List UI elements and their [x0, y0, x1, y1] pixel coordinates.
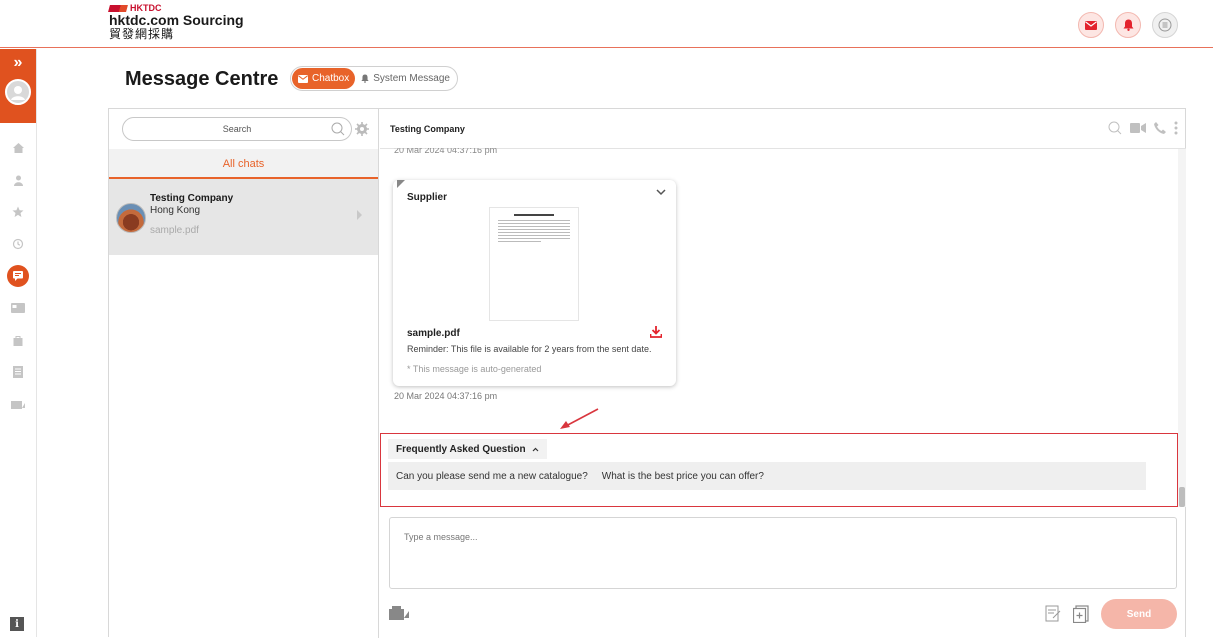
chat-name: Testing Company [150, 193, 234, 204]
menu-button[interactable] [1152, 12, 1178, 38]
pdf-thumbnail[interactable] [489, 207, 579, 321]
message-input[interactable]: Type a message... [389, 517, 1177, 589]
send-button[interactable]: Send [1101, 599, 1177, 629]
hktdc-logo-mark [108, 4, 128, 12]
more-vertical-icon[interactable] [1174, 121, 1178, 135]
all-chats-filter[interactable]: All chats [109, 149, 378, 179]
message-scrollbar[interactable] [1178, 149, 1186, 507]
notification-button[interactable] [1115, 12, 1141, 38]
message-sender: Supplier [407, 192, 448, 203]
top-header: HKTDC hktdc.com Sourcing 貿發網採購 [0, 0, 1213, 48]
search-input[interactable]: Search [122, 117, 352, 141]
info-icon[interactable]: i [10, 617, 24, 631]
phone-icon[interactable] [1154, 122, 1166, 134]
bag-icon[interactable] [7, 329, 29, 351]
envelope-icon [298, 74, 308, 83]
search-row: Search [109, 109, 378, 149]
left-rail: » i [0, 49, 37, 637]
compose-toolbar: Send [389, 599, 1177, 633]
rail-header: » [0, 49, 36, 123]
rail-nav [0, 137, 36, 415]
company-avatar [116, 203, 146, 233]
tab-system-message-label: System Message [373, 73, 450, 84]
history-icon[interactable] [7, 233, 29, 255]
card-icon[interactable] [7, 297, 29, 319]
faq-questions: Can you please send me a new catalogue? … [388, 462, 1146, 490]
file-reminder: Reminder: This file is available for 2 y… [407, 344, 652, 354]
file-message-card: Supplier sample.pdf Reminder: This file … [393, 180, 676, 386]
search-icon[interactable] [1108, 121, 1122, 135]
chat-list-item[interactable]: Testing Company Hong Kong sample.pdf [109, 179, 378, 255]
download-icon[interactable] [650, 326, 662, 338]
message-tail [397, 180, 405, 188]
home-icon[interactable] [7, 137, 29, 159]
faq-title: Frequently Asked Question [396, 443, 526, 455]
hktdc-logo[interactable]: HKTDC hktdc.com Sourcing 貿發網採購 [108, 3, 244, 41]
chat-location: Hong Kong [150, 205, 201, 216]
tab-chatbox[interactable]: Chatbox [292, 68, 356, 89]
mail-icon [1085, 20, 1097, 30]
document-icon[interactable] [7, 361, 29, 383]
chat-list-pane: Search All chats Testing Company Hong Ko… [109, 109, 379, 638]
brand-name-cn: 貿發網採購 [109, 27, 175, 41]
header-actions [1078, 12, 1178, 38]
faq-toggle[interactable]: Frequently Asked Question [388, 439, 547, 459]
brand-name: hktdc.com Sourcing [109, 12, 244, 28]
chat-panel: Search All chats Testing Company Hong Ko… [108, 108, 1186, 638]
tab-system-message[interactable]: System Message [355, 68, 456, 89]
expand-chevron-icon[interactable]: » [14, 55, 23, 71]
menu-icon [1158, 18, 1172, 32]
search-placeholder: Search [222, 124, 252, 134]
mail-button[interactable] [1078, 12, 1104, 38]
page-title: Message Centre [125, 68, 279, 90]
video-call-icon[interactable] [1130, 123, 1146, 133]
chat-icon[interactable] [7, 265, 29, 287]
quotation-icon[interactable] [1045, 605, 1061, 623]
conversation-pane: Testing Company 20 Mar 2024 04:37:16 pm … [380, 109, 1186, 638]
chat-last-message: sample.pdf [150, 225, 199, 236]
auto-generated-note: * This message is auto-generated [407, 364, 542, 374]
search-icon[interactable] [331, 122, 345, 136]
catalogue-share-icon[interactable] [389, 605, 409, 621]
conversation-actions [1108, 121, 1178, 135]
conversation-title: Testing Company [390, 123, 465, 134]
annotation-arrow-icon [560, 408, 599, 429]
faq-question[interactable]: Can you please send me a new catalogue? [396, 471, 588, 482]
tab-chatbox-label: Chatbox [312, 73, 350, 84]
compose-actions: Send [1045, 599, 1177, 629]
catalogue-icon[interactable] [7, 393, 29, 415]
scrollbar-thumb[interactable] [1179, 487, 1185, 507]
attach-file-icon[interactable] [1073, 605, 1089, 623]
message-type-tabs: Chatbox System Message [290, 66, 458, 91]
settings-gear-icon[interactable] [355, 122, 369, 136]
bell-icon [361, 74, 369, 83]
user-avatar-icon [11, 86, 25, 100]
top-timestamp: 20 Mar 2024 04:37:16 pm [394, 148, 498, 155]
chevron-up-icon [532, 447, 539, 451]
conversation-header: Testing Company [380, 109, 1186, 149]
message-input-placeholder: Type a message... [404, 532, 478, 542]
message-timestamp: 20 Mar 2024 04:37:16 pm [394, 391, 498, 401]
bell-icon [1123, 19, 1133, 31]
star-icon[interactable] [7, 201, 29, 223]
chevron-down-icon[interactable] [656, 189, 666, 196]
user-avatar[interactable] [5, 79, 31, 105]
faq-panel: Frequently Asked Question Can you please… [380, 433, 1178, 507]
file-name[interactable]: sample.pdf [407, 328, 460, 339]
user-icon[interactable] [7, 169, 29, 191]
faq-question[interactable]: What is the best price you can offer? [602, 471, 764, 482]
chevron-right-icon [357, 210, 362, 220]
